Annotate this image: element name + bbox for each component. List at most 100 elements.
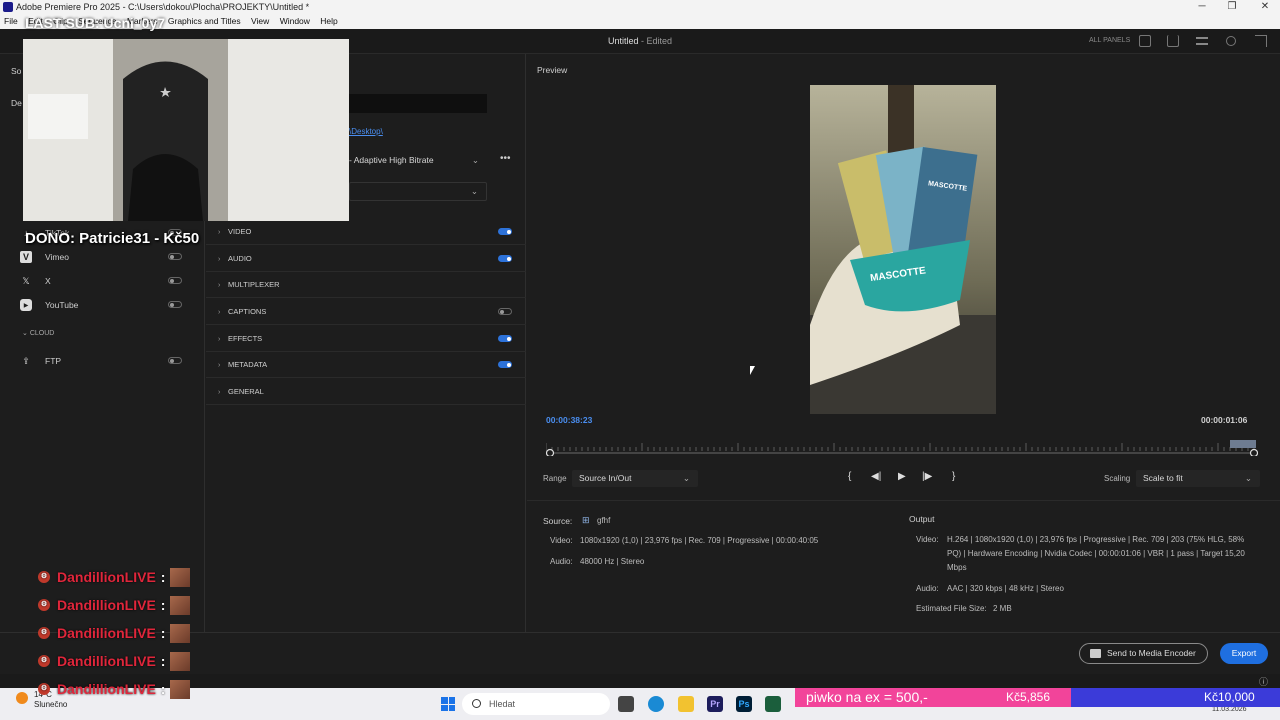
- doc-state: - Edited: [638, 36, 673, 46]
- export-button[interactable]: Export: [1220, 643, 1268, 664]
- vimeo-toggle[interactable]: [168, 253, 182, 260]
- section-effects[interactable]: › EFFECTS: [206, 326, 526, 352]
- status-bar: ⓘ: [0, 674, 1280, 688]
- taskbar-search[interactable]: Hledat: [462, 693, 610, 715]
- section-video[interactable]: › VIDEO: [206, 219, 526, 245]
- section-label: MULTIPLEXER: [228, 280, 280, 289]
- panel-layout-icon[interactable]: [1139, 35, 1151, 47]
- menu-help[interactable]: Help: [320, 16, 337, 26]
- chevron-down-icon: ⌄: [22, 330, 30, 337]
- chevron-right-icon: ›: [218, 256, 221, 263]
- mouse-cursor: [750, 366, 755, 375]
- section-captions[interactable]: › CAPTIONS: [206, 299, 526, 325]
- section-general[interactable]: › GENERAL: [206, 379, 526, 405]
- app-taskbar-icon[interactable]: [765, 696, 781, 712]
- step-back-icon[interactable]: ◀|: [871, 471, 881, 482]
- mark-out-button[interactable]: }: [952, 471, 955, 482]
- mark-in-button[interactable]: {: [848, 471, 851, 482]
- current-timecode[interactable]: 00:00:38:23: [546, 415, 592, 425]
- chevron-down-icon: ⌄: [682, 473, 690, 483]
- chat-emote: [170, 623, 191, 643]
- metadata-toggle[interactable]: [498, 361, 512, 368]
- section-label: EFFECTS: [228, 334, 263, 343]
- section-audio[interactable]: › AUDIO: [206, 246, 526, 272]
- task-view-icon[interactable]: [618, 696, 634, 712]
- output-video-line-2: PQ) | Hardware Encoding | Nvidia Codec |…: [947, 549, 1245, 558]
- premiere-taskbar-icon[interactable]: Pr: [707, 696, 723, 712]
- share-icon[interactable]: [1167, 35, 1179, 47]
- menu-file[interactable]: File: [4, 16, 18, 26]
- destination-label: YouTube: [45, 300, 79, 310]
- info-icon[interactable]: ⓘ: [1259, 675, 1268, 688]
- minimize-button[interactable]: ─: [1187, 0, 1217, 14]
- document-title: Untitled - Edited: [608, 36, 672, 46]
- chat-message: ⚙ DandillionLIVE:: [38, 567, 191, 587]
- file-explorer-icon[interactable]: [678, 696, 694, 712]
- section-metadata[interactable]: › METADATA: [206, 352, 526, 378]
- section-multiplexer[interactable]: › MULTIPLEXER: [206, 272, 526, 298]
- captions-toggle[interactable]: [498, 308, 512, 315]
- range-value: Source In/Out: [579, 473, 632, 483]
- search-icon[interactable]: [1226, 36, 1236, 46]
- destination-label: Vimeo: [45, 252, 69, 262]
- donation-goal-text: piwko na ex = 500,-: [806, 689, 928, 705]
- window-title: Adobe Premiere Pro 2025 - C:\Users\dokou…: [16, 2, 310, 12]
- menu-view[interactable]: View: [251, 16, 269, 26]
- video-toggle[interactable]: [498, 228, 512, 235]
- section-label: AUDIO: [228, 254, 252, 263]
- chat-badge-icon: ⚙: [38, 571, 50, 583]
- ftp-toggle[interactable]: [168, 357, 182, 364]
- panel-tab[interactable]: So: [11, 66, 21, 76]
- chat-sep: :: [160, 569, 166, 585]
- cloud-section-header[interactable]: ⌄ CLOUD: [22, 329, 54, 337]
- edge-icon[interactable]: [648, 696, 664, 712]
- chevron-right-icon: ›: [218, 362, 221, 369]
- webcam-overlay: [23, 39, 349, 221]
- preset-value: - Adaptive High Bitrate: [349, 155, 434, 165]
- scaling-select[interactable]: Scale to fit ⌄: [1136, 470, 1260, 487]
- menu-icon[interactable]: [1196, 37, 1208, 45]
- play-icon[interactable]: ▶: [898, 471, 906, 482]
- more-options-icon[interactable]: •••: [500, 153, 511, 164]
- destination-x[interactable]: 𝕏X: [20, 271, 51, 291]
- source-video-label: Video:: [550, 536, 573, 545]
- menu-graphics[interactable]: Graphics and Titles: [168, 16, 241, 26]
- x-icon: 𝕏: [22, 275, 30, 286]
- chevron-right-icon: ›: [218, 336, 221, 343]
- photoshop-taskbar-icon[interactable]: Ps: [736, 696, 752, 712]
- destination-label: X: [45, 276, 51, 286]
- donation-goal-current: Kč5,856: [1006, 690, 1051, 704]
- range-select[interactable]: Source In/Out ⌄: [572, 470, 698, 487]
- chat-message: ⚙ DandillionLIVE:: [38, 651, 191, 671]
- expand-icon[interactable]: [1255, 35, 1267, 47]
- video-frame-image: MASCOTTE MASCOTTE: [810, 85, 996, 414]
- youtube-toggle[interactable]: [168, 301, 182, 308]
- media-encoder-icon: [1090, 649, 1101, 658]
- effects-toggle[interactable]: [498, 335, 512, 342]
- file-name-field[interactable]: [349, 94, 487, 113]
- maximize-button[interactable]: ❐: [1217, 0, 1247, 14]
- out-point-handle: [1249, 448, 1259, 458]
- location-link[interactable]: \Desktop\: [349, 127, 383, 136]
- video-preview-frame: MASCOTTE MASCOTTE: [810, 85, 996, 414]
- close-button[interactable]: ✕: [1250, 0, 1280, 14]
- chat-badge-icon: ⚙: [38, 627, 50, 639]
- windows-start-icon[interactable]: [441, 697, 455, 711]
- preset-select[interactable]: - Adaptive High Bitrate ⌄: [349, 151, 487, 169]
- menu-window[interactable]: Window: [280, 16, 310, 26]
- destination-vimeo[interactable]: V Vimeo: [20, 247, 69, 267]
- all-panels-button[interactable]: ALL PANELS: [1089, 37, 1130, 44]
- step-forward-icon[interactable]: |▶: [922, 471, 932, 482]
- x-toggle[interactable]: [168, 277, 182, 284]
- duration-timecode: 00:00:01:06: [1201, 415, 1248, 425]
- audio-toggle[interactable]: [498, 255, 512, 262]
- preview-label: Preview: [537, 65, 568, 75]
- cloud-label: CLOUD: [29, 330, 55, 337]
- destination-ftp[interactable]: ⇪ FTP: [20, 351, 61, 371]
- destination-youtube[interactable]: ▶ YouTube: [20, 295, 78, 315]
- format-select[interactable]: ⌄: [349, 182, 487, 201]
- chat-emote: [170, 595, 191, 615]
- timeline-scrubber[interactable]: [545, 440, 1259, 458]
- send-to-media-encoder-button[interactable]: Send to Media Encoder: [1079, 643, 1208, 664]
- chat-emote: [170, 651, 191, 671]
